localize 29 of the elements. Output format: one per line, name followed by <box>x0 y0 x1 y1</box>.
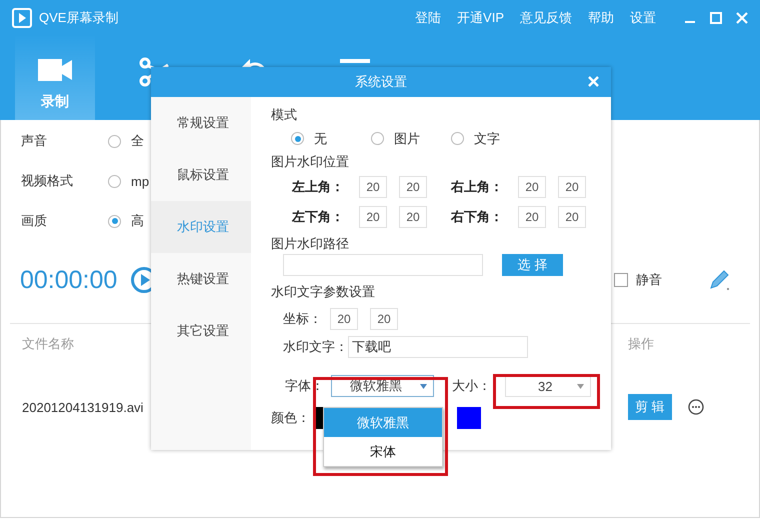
setting-label: 视频格式 <box>21 172 74 190</box>
option-label: 图片 <box>394 130 420 148</box>
column-header: 操作 <box>628 336 654 351</box>
column-header: 文件名称 <box>22 336 74 351</box>
app-title: QVE屏幕录制 <box>39 8 118 26</box>
field-label: 字体： <box>285 377 325 395</box>
field-label: 颜色： <box>271 409 311 427</box>
corner-label: 左上角： <box>292 178 345 196</box>
option-label: 文字 <box>474 130 500 148</box>
section-label: 图片水印路径 <box>271 235 350 253</box>
field-label: 大小： <box>452 377 491 395</box>
file-name: 20201204131919.avi <box>22 400 144 414</box>
option-label: mp <box>131 174 150 188</box>
mute-label: 静音 <box>636 271 662 289</box>
dialog-title: 系统设置 <box>355 73 407 91</box>
field-label: 水印文字： <box>283 338 348 356</box>
setting-label: 画质 <box>21 212 48 230</box>
option-label: 全 <box>131 132 144 150</box>
option-label: 无 <box>314 130 327 148</box>
corner-label: 左下角： <box>292 208 345 226</box>
section-label: 图片水印位置 <box>271 153 350 171</box>
field-label: 坐标： <box>283 310 322 328</box>
option-label: 高 <box>131 212 144 230</box>
corner-label: 右上角： <box>451 178 504 196</box>
section-label: 水印文字参数设置 <box>271 283 376 301</box>
section-label: 模式 <box>271 106 298 124</box>
setting-label: 声音 <box>21 132 48 150</box>
timer: 00:00:00 <box>20 266 118 294</box>
corner-label: 右下角： <box>451 208 504 226</box>
